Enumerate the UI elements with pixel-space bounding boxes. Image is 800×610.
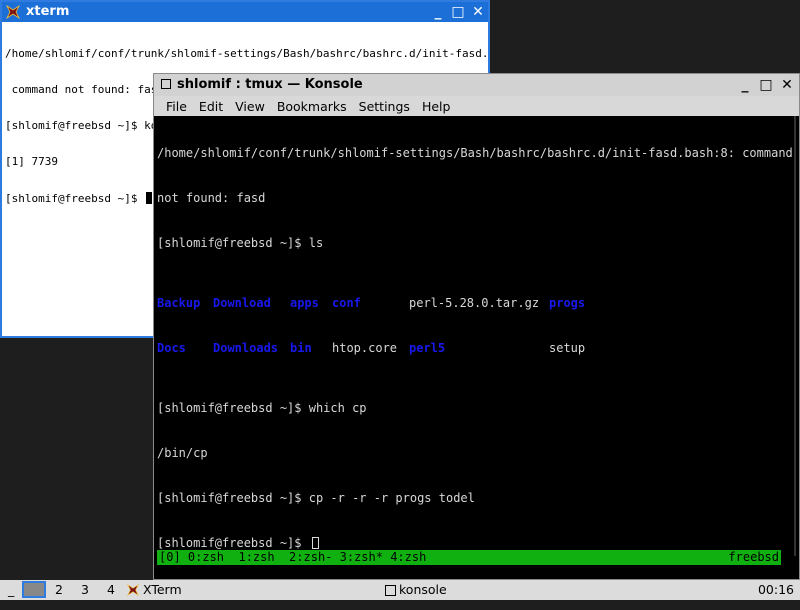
tmux-window-list: [0] 0:zsh 1:zsh 2:zsh- 3:zsh* 4:zsh — [159, 550, 427, 564]
ls-entry: setup — [549, 341, 586, 355]
konsole-app-icon[interactable] — [161, 79, 171, 89]
tmux-hostname: freebsd — [728, 550, 779, 564]
task-label: XTerm — [143, 582, 182, 597]
taskbar: _ 2 3 4 XTerm konsole 00:16 — [0, 580, 800, 600]
menu-help[interactable]: Help — [416, 99, 457, 114]
ls-entry: conf — [332, 296, 361, 310]
konsole-title: shlomif : tmux — Konsole — [177, 77, 363, 92]
terminal-line: [shlomif@freebsd ~]$ which cp — [157, 401, 367, 415]
menu-bookmarks[interactable]: Bookmarks — [271, 99, 353, 114]
ls-entry: Docs — [157, 341, 186, 355]
task-label: konsole — [399, 582, 447, 597]
ls-entry: htop.core — [332, 341, 398, 355]
konsole-window[interactable]: shlomif : tmux — Konsole _ □ ✕ File Edit… — [153, 73, 800, 580]
terminal-line: not found: fasd — [157, 191, 266, 205]
konsole-icon — [385, 585, 396, 596]
desktop-3-button[interactable]: 3 — [75, 580, 95, 600]
minimize-button[interactable]: _ — [737, 77, 753, 93]
ls-output-row: Backup Download apps conf perl-5.28.0.ta… — [157, 296, 795, 311]
ls-entry: perl5 — [409, 341, 446, 355]
terminal-prompt-line: [shlomif@freebsd ~]$ — [157, 536, 795, 551]
ls-output-row: Docs Downloads bin htop.core perl5 setup — [157, 341, 795, 356]
xterm-icon — [126, 583, 140, 597]
desktop-4-button[interactable]: 4 — [101, 580, 121, 600]
desktop-2-button[interactable]: 2 — [49, 580, 69, 600]
show-desktop-button[interactable]: _ — [8, 580, 14, 600]
ls-entry: Downloads — [213, 341, 279, 355]
maximize-button[interactable]: □ — [450, 4, 466, 20]
clock: 00:16 — [757, 582, 794, 597]
menu-settings[interactable]: Settings — [353, 99, 416, 114]
maximize-button[interactable]: □ — [758, 77, 774, 93]
ls-entry: progs — [549, 296, 586, 310]
terminal-scrollbar[interactable] — [794, 116, 796, 556]
ls-entry: Download — [213, 296, 271, 310]
konsole-terminal[interactable]: /home/shlomif/conf/trunk/shlomif-setting… — [157, 116, 795, 556]
terminal-line: /home/shlomif/conf/trunk/shlomif-setting… — [157, 146, 793, 160]
konsole-titlebar[interactable]: shlomif : tmux — Konsole _ □ ✕ — [154, 74, 799, 96]
terminal-line: [shlomif@freebsd ~]$ ls — [157, 236, 324, 250]
terminal-line: /home/shlomif/conf/trunk/shlomif-setting… — [5, 47, 486, 60]
terminal-prompt: [shlomif@freebsd ~]$ — [5, 192, 145, 205]
minimize-button[interactable]: _ — [430, 4, 446, 20]
terminal-line: [shlomif@freebsd ~]$ cp -r -r -r progs t… — [157, 491, 475, 505]
ls-entry: apps — [290, 296, 319, 310]
ls-entry: perl-5.28.0.tar.gz — [409, 296, 540, 310]
terminal-line: /bin/cp — [157, 446, 208, 460]
close-button[interactable]: ✕ — [470, 4, 486, 20]
konsole-menubar: File Edit View Bookmarks Settings Help — [154, 96, 799, 116]
xterm-app-icon[interactable] — [5, 4, 21, 20]
task-konsole[interactable]: konsole — [382, 580, 632, 600]
menu-file[interactable]: File — [160, 99, 193, 114]
terminal-prompt: [shlomif@freebsd ~]$ — [157, 536, 309, 550]
xterm-titlebar[interactable]: xterm _ □ ✕ — [2, 2, 488, 22]
menu-edit[interactable]: Edit — [193, 99, 229, 114]
desktop-1-active[interactable] — [22, 581, 46, 598]
task-xterm[interactable]: XTerm — [124, 580, 374, 600]
ls-entry: Backup — [157, 296, 201, 310]
text-cursor — [311, 537, 319, 549]
menu-view[interactable]: View — [229, 99, 271, 114]
xterm-title: xterm — [26, 4, 70, 19]
tmux-status-bar: [0] 0:zsh 1:zsh 2:zsh- 3:zsh* 4:zsh free… — [157, 550, 781, 565]
close-button[interactable]: ✕ — [779, 77, 795, 93]
ls-entry: bin — [290, 341, 312, 355]
text-cursor — [146, 192, 153, 204]
